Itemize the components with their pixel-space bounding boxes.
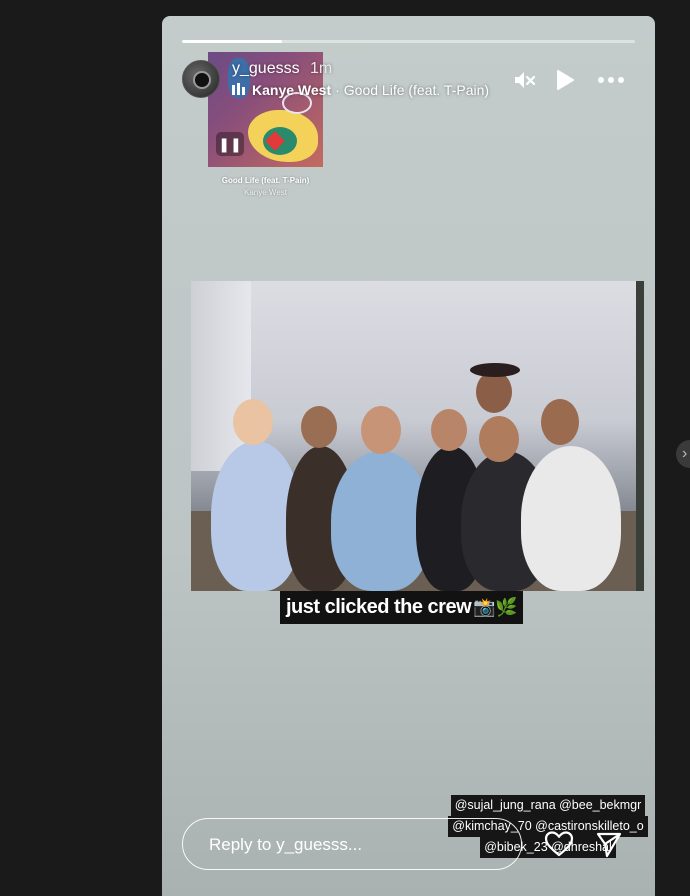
story-photo	[191, 281, 644, 591]
story-viewer[interactable]: ❚❚ Good Life (feat. T-Pain) Kanye West y…	[162, 16, 655, 896]
music-song: Good Life (feat. T-Pain)	[343, 82, 490, 98]
avatar[interactable]	[182, 60, 220, 98]
caption-text: just clicked the crew	[286, 596, 472, 618]
story-progress-fill	[182, 40, 282, 43]
music-equalizer-icon	[232, 82, 246, 98]
more-icon[interactable]	[596, 68, 626, 92]
heart-icon[interactable]	[544, 830, 574, 858]
music-artist: Kanye West	[252, 82, 332, 98]
story-username[interactable]: y_guesss	[232, 60, 300, 78]
story-progress-bar	[182, 40, 635, 43]
sticker-artist: Kanye West	[244, 188, 287, 197]
send-icon[interactable]	[595, 830, 623, 858]
mute-icon[interactable]	[512, 68, 536, 92]
next-story-arrow[interactable]: ›	[676, 440, 690, 468]
music-attribution[interactable]: Kanye West · Good Life (feat. T-Pain)	[232, 82, 489, 98]
sticker-pause-icon[interactable]: ❚❚	[216, 132, 244, 156]
mention-line[interactable]: @sujal_jung_rana @bee_bekmgr	[450, 795, 646, 816]
reply-box[interactable]	[182, 818, 522, 871]
play-icon[interactable]	[554, 68, 576, 92]
music-separator: ·	[335, 82, 340, 98]
sticker-song-title: Good Life (feat. T-Pain)	[221, 176, 310, 185]
story-caption: just clicked the crew 📸🌿	[280, 591, 523, 624]
story-timestamp: 1m	[310, 60, 333, 77]
reply-input[interactable]	[207, 819, 511, 871]
caption-emojis: 📸🌿	[473, 597, 517, 617]
